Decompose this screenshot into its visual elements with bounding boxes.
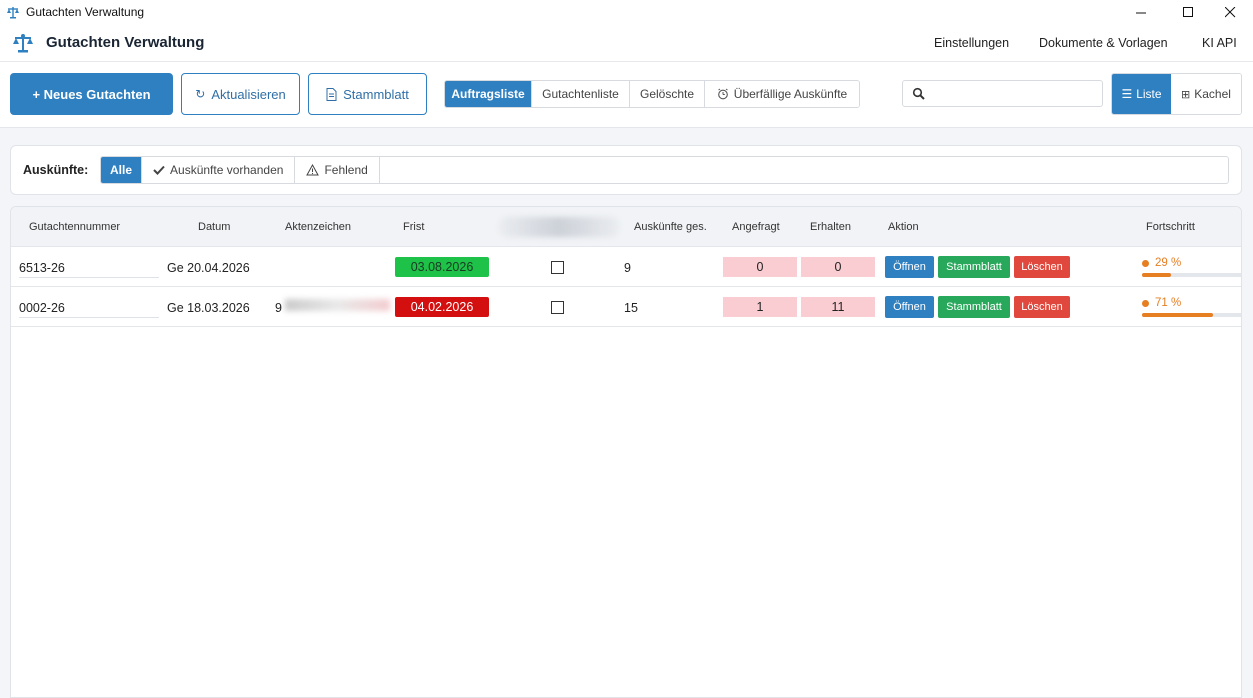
progress-dot-icon	[1142, 300, 1149, 307]
filter-alle[interactable]: Alle	[101, 157, 143, 183]
stammblatt-label: Stammblatt	[343, 86, 409, 102]
cell-gutachtennummer: 0002-26	[19, 301, 65, 315]
maximize-button[interactable]	[1165, 0, 1211, 24]
stammblatt-row-button[interactable]: Stammblatt	[938, 296, 1010, 318]
close-icon	[1224, 6, 1235, 17]
filter-auskuenfte-vorhanden[interactable]: Auskünfte vorhanden	[142, 157, 296, 183]
filter-button-group: Alle Auskünfte vorhanden Fehlend	[100, 156, 1229, 184]
cell-frist: 04.02.2026	[395, 297, 489, 317]
nav-dokumente-vorlagen[interactable]: Dokumente & Vorlagen	[1039, 36, 1168, 50]
scales-icon	[7, 7, 19, 19]
grid-icon: ⊞	[1181, 88, 1191, 101]
aktenzeichen-redacted	[285, 299, 390, 311]
view-tiles-button[interactable]: ⊞ Kachel	[1171, 74, 1241, 114]
minimize-icon	[1135, 12, 1146, 13]
view-tiles-label: Kachel	[1194, 87, 1231, 101]
search-box[interactable]	[902, 80, 1103, 107]
progress-track	[1142, 273, 1241, 277]
refresh-label: Aktualisieren	[211, 86, 286, 102]
view-toggle: ☰ Liste ⊞ Kachel	[1111, 73, 1242, 115]
alarm-clock-icon	[717, 88, 728, 100]
progress-percent: 71 %	[1155, 297, 1182, 309]
view-list-label: Liste	[1136, 87, 1162, 101]
list-tabs: Auftragsliste Gutachtenliste Gelöschte Ü…	[444, 80, 860, 108]
tab-ueberfaellige-label: Überfällige Auskünfte	[733, 87, 848, 101]
close-button[interactable]	[1207, 0, 1253, 24]
progress-fill	[1142, 273, 1171, 277]
stammblatt-button[interactable]: Stammblatt	[308, 73, 427, 115]
filter-auskuenfte-vorhanden-label: Auskünfte vorhanden	[170, 163, 284, 177]
filter-fehlend-label: Fehlend	[324, 163, 368, 177]
header-auskuenfte-ges[interactable]: Auskünfte ges.	[634, 221, 707, 233]
header-angefragt[interactable]: Angefragt	[732, 221, 780, 233]
header-frist[interactable]: Frist	[403, 221, 424, 233]
progress-track	[1142, 313, 1241, 317]
auskuenfte-filter: Auskünfte: Alle Auskünfte vorhanden Fehl…	[10, 145, 1242, 195]
document-icon	[326, 87, 337, 101]
header-redacted	[499, 217, 619, 237]
window-titlebar: Gutachten Verwaltung	[0, 0, 1253, 24]
progress-dot-icon	[1142, 260, 1149, 267]
window-title: Gutachten Verwaltung	[26, 5, 145, 19]
header-gutachtennummer[interactable]: Gutachtennummer	[29, 221, 120, 233]
warning-icon	[306, 164, 320, 176]
header-aktion: Aktion	[888, 221, 919, 233]
view-list-button[interactable]: ☰ Liste	[1112, 74, 1171, 114]
cell-underline	[19, 277, 159, 278]
header-datum[interactable]: Datum	[198, 221, 230, 233]
cell-datum: Ge 20.04.2026	[167, 261, 250, 275]
refresh-button[interactable]: ↻ Aktualisieren	[181, 73, 300, 115]
open-button[interactable]: Öffnen	[885, 296, 934, 318]
toolbar: + Neues Gutachten ↻ Aktualisieren Stammb…	[0, 62, 1253, 128]
refresh-icon: ↻	[195, 87, 206, 101]
delete-button[interactable]: Löschen	[1014, 256, 1070, 278]
table-row[interactable]: 6513-26 Ge 20.04.2026 03.08.2026 9 0 0 Ö…	[11, 247, 1241, 287]
cell-angefragt: 1	[723, 297, 797, 317]
progress-percent: 29 %	[1155, 257, 1182, 269]
tab-ueberfaellige-auskuenfte[interactable]: Überfällige Auskünfte	[705, 81, 859, 107]
header-aktenzeichen[interactable]: Aktenzeichen	[285, 221, 351, 233]
nav-einstellungen[interactable]: Einstellungen	[934, 36, 1009, 50]
cell-frist: 03.08.2026	[395, 257, 489, 277]
checkmark-icon	[153, 165, 165, 175]
cell-erhalten: 11	[801, 297, 875, 317]
cell-erhalten: 0	[801, 257, 875, 277]
table-header: Gutachtennummer Datum Aktenzeichen Frist…	[11, 207, 1241, 247]
table-row[interactable]: 0002-26 Ge 18.03.2026 9 04.02.2026 15 1 …	[11, 287, 1241, 327]
search-icon	[912, 87, 925, 100]
filter-fehlend[interactable]: Fehlend	[295, 157, 380, 183]
cell-auskuenfte-ges: 15	[624, 301, 638, 315]
list-icon: ☰	[1121, 87, 1133, 101]
search-input[interactable]	[930, 86, 1100, 101]
scales-logo-icon	[13, 34, 33, 53]
tab-auftragsliste[interactable]: Auftragsliste	[445, 81, 532, 107]
maximize-icon	[1182, 6, 1193, 17]
filter-label: Auskünfte:	[23, 163, 89, 177]
header-erhalten[interactable]: Erhalten	[810, 221, 851, 233]
row-checkbox[interactable]	[551, 301, 564, 314]
app-header: Gutachten Verwaltung Einstellungen Dokum…	[0, 24, 1253, 62]
cell-aktenzeichen: 9	[275, 301, 282, 315]
cell-auskuenfte-ges: 9	[624, 261, 631, 275]
cell-underline	[19, 317, 159, 318]
cell-angefragt: 0	[723, 257, 797, 277]
app-title: Gutachten Verwaltung	[46, 34, 205, 51]
row-checkbox[interactable]	[551, 261, 564, 274]
cell-datum: Ge 18.03.2026	[167, 301, 250, 315]
cell-gutachtennummer: 6513-26	[19, 261, 65, 275]
tab-gutachtenliste[interactable]: Gutachtenliste	[532, 81, 630, 107]
stammblatt-row-button[interactable]: Stammblatt	[938, 256, 1010, 278]
tab-geloeschte[interactable]: Gelöschte	[630, 81, 705, 107]
progress-fill	[1142, 313, 1213, 317]
header-fortschritt[interactable]: Fortschritt	[1146, 221, 1195, 233]
auftrags-table: Gutachtennummer Datum Aktenzeichen Frist…	[10, 206, 1242, 698]
open-button[interactable]: Öffnen	[885, 256, 934, 278]
new-gutachten-button[interactable]: + Neues Gutachten	[10, 73, 173, 115]
minimize-button[interactable]	[1118, 0, 1164, 24]
delete-button[interactable]: Löschen	[1014, 296, 1070, 318]
nav-ki-api[interactable]: KI API	[1202, 36, 1237, 50]
